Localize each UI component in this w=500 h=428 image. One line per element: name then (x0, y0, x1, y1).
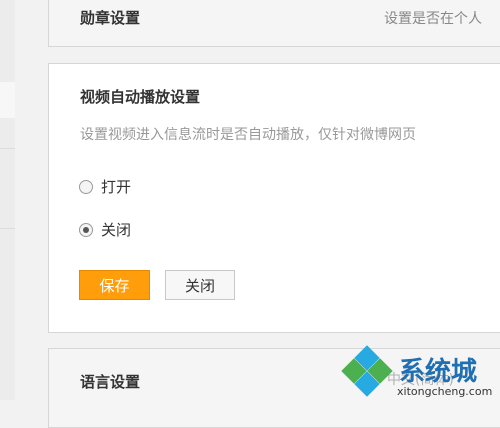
sidebar-divider (0, 148, 15, 149)
watermark-brand: 系统城 (399, 357, 478, 387)
badge-settings-title: 勋章设置 (80, 9, 141, 27)
autoplay-on-label: 打开 (101, 178, 132, 196)
badge-settings-section[interactable]: 勋章设置 设置是否在个人 (48, 0, 500, 47)
video-autoplay-section: 视频自动播放设置 设置视频进入信息流时是否自动播放，仅针对微博网页 打开 关闭 … (48, 63, 500, 333)
autoplay-off-option[interactable]: 关闭 (79, 219, 131, 240)
badge-settings-hint: 设置是否在个人 (384, 11, 482, 27)
autoplay-off-label: 关闭 (101, 221, 132, 239)
watermark: 中文(简体) 系统城 xitongcheng.com (341, 345, 500, 402)
autoplay-on-option[interactable]: 打开 (79, 176, 131, 197)
watermark-url: xitongcheng.com (397, 385, 493, 398)
radio-off-checked[interactable] (79, 222, 93, 237)
close-button[interactable]: 关闭 (165, 270, 235, 300)
save-button[interactable]: 保存 (79, 270, 150, 300)
watermark-logo-icon (341, 345, 393, 397)
radio-on[interactable] (79, 179, 93, 194)
left-sidebar (0, 0, 15, 400)
sidebar-selected-item (0, 82, 15, 118)
video-autoplay-description: 设置视频进入信息流时是否自动播放，仅针对微博网页 (80, 127, 416, 143)
sidebar-divider (0, 228, 15, 229)
video-autoplay-title: 视频自动播放设置 (80, 88, 201, 106)
language-settings-title: 语言设置 (80, 373, 141, 391)
